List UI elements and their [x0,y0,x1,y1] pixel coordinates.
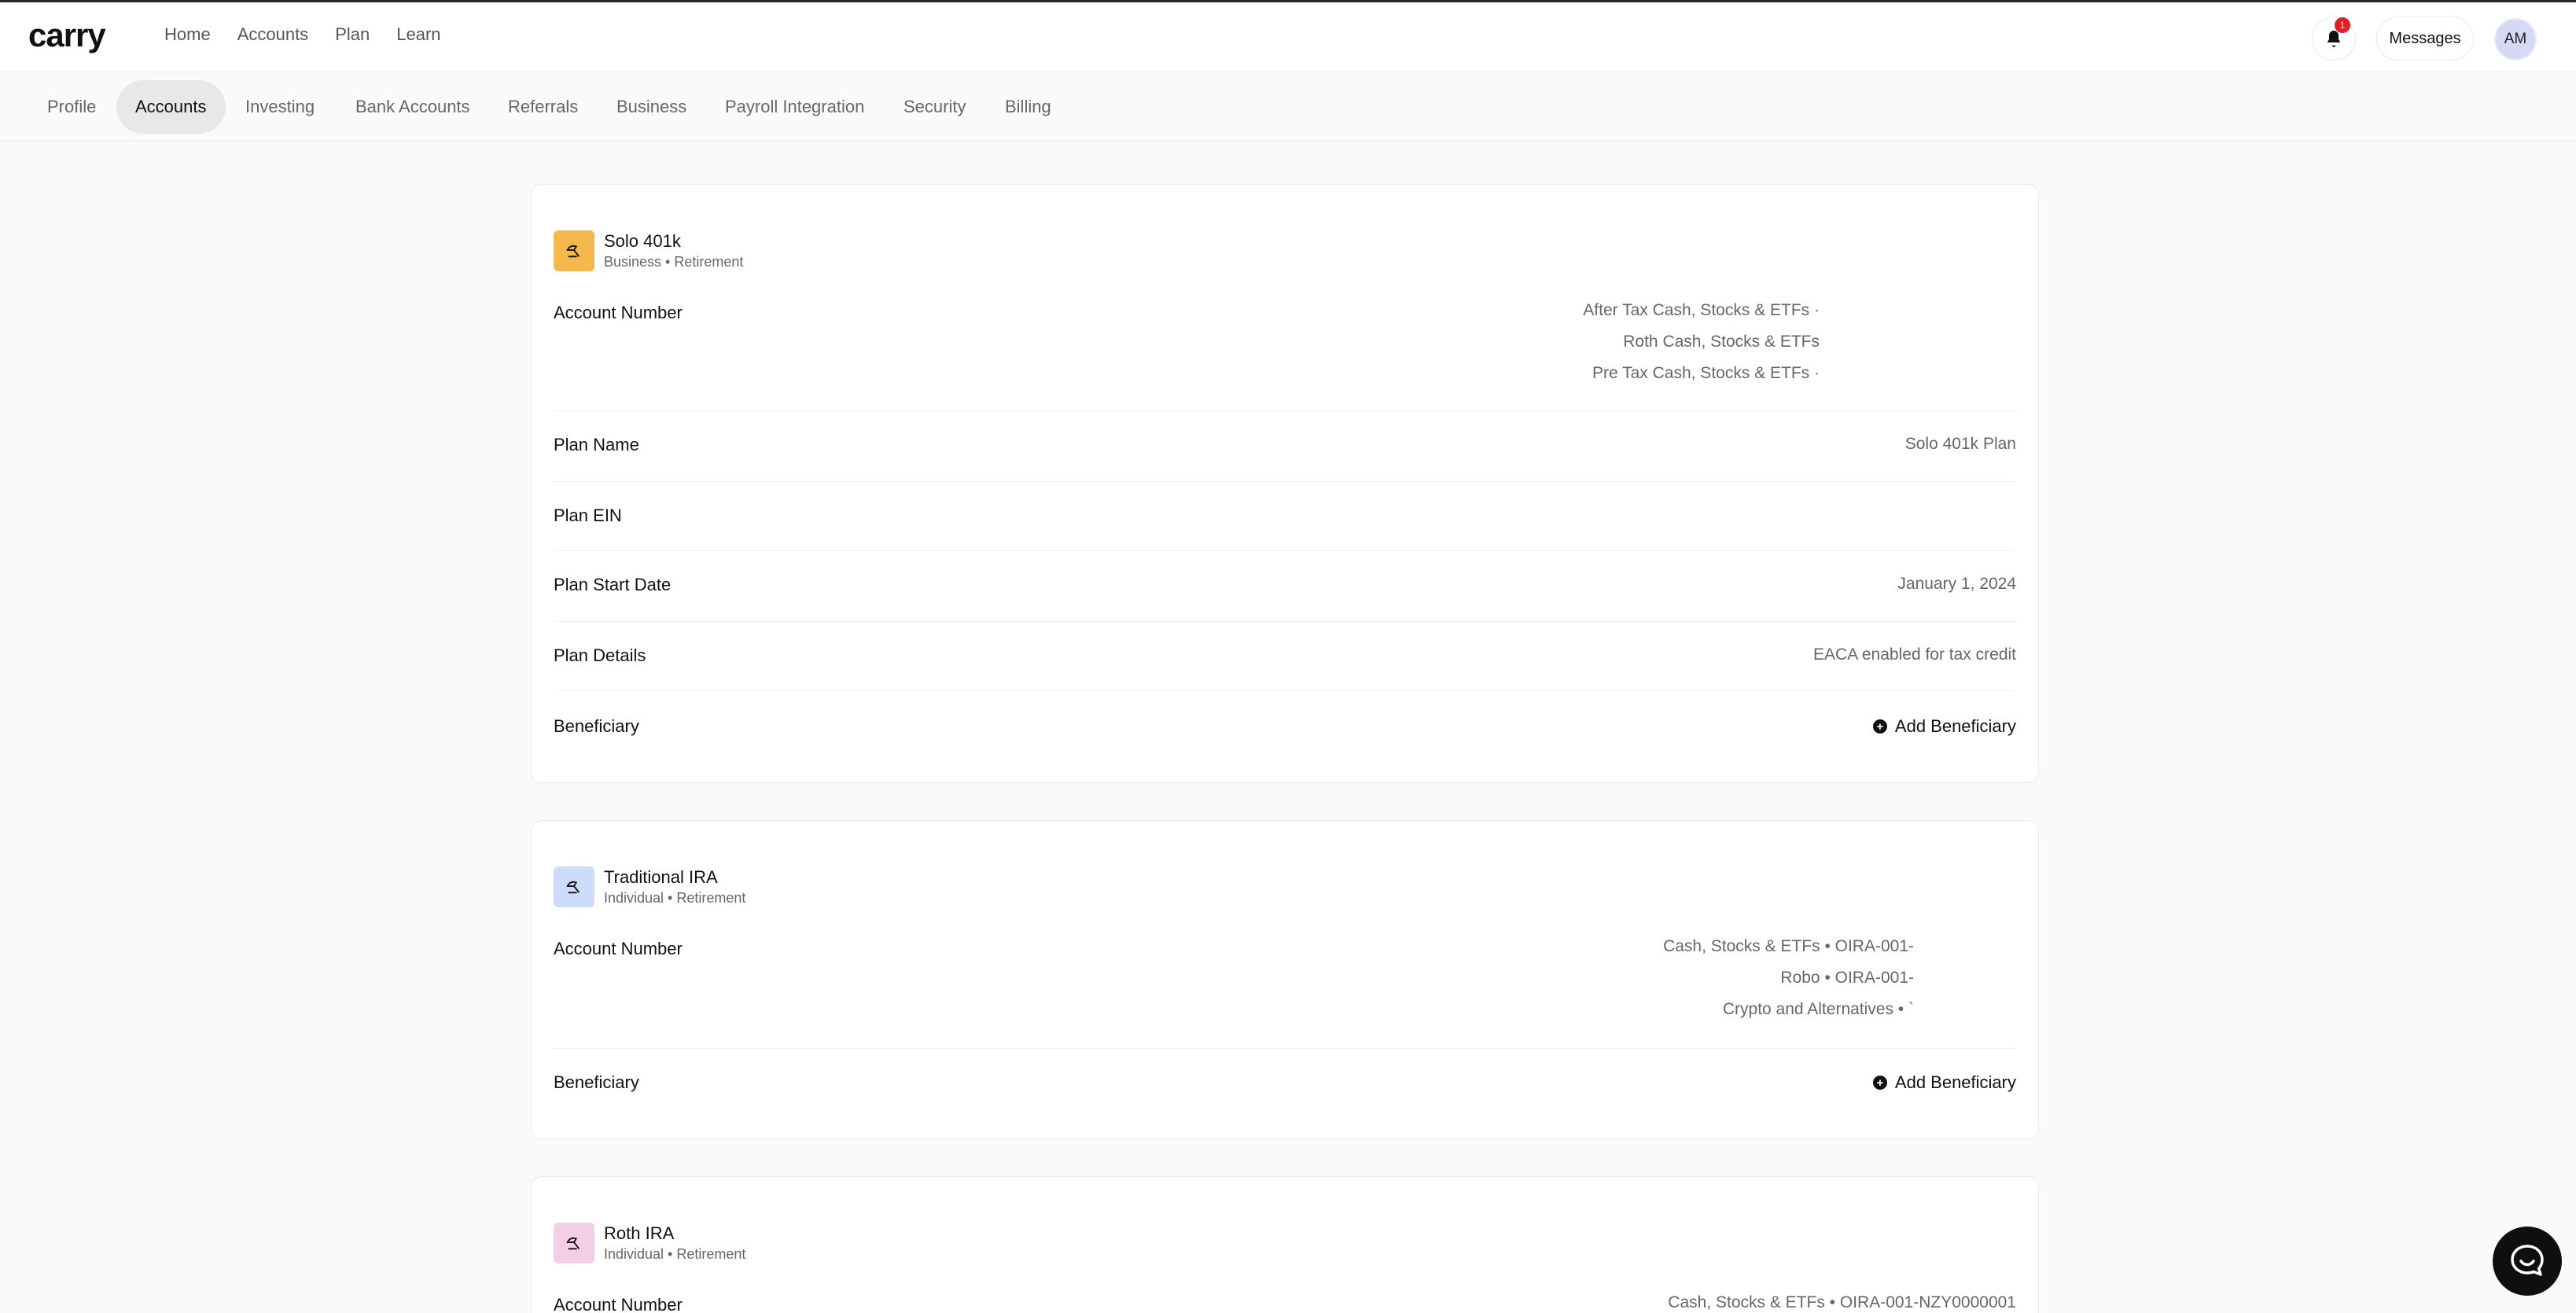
settings-tabs: Profile Accounts Investing Bank Accounts… [0,72,2576,142]
account-number-label: Account Number [554,939,683,958]
account-number-row: Account Number Cash, Stocks & ETFs • OIR… [554,1293,2016,1313]
beneficiary-label: Beneficiary [554,716,639,736]
account-number-list: Cash, Stocks & ETFs • OIRA-001-NZY000000… [1668,1287,2016,1313]
umbrella-beach-icon [554,1223,594,1263]
plan-start-date-value: January 1, 2024 [1897,575,2016,593]
account-number-row: Account Number Cash, Stocks & ETFs • OIR… [554,931,2016,1049]
plan-details-label: Plan Details [554,645,646,665]
plan-name-label: Plan Name [554,435,639,454]
account-header: Roth IRA Individual • Retirement [554,1223,745,1263]
notifications-button[interactable]: 1 [2312,17,2356,61]
account-number-item: After Tax Cash, Stocks & ETFs · [1583,301,1820,319]
umbrella-beach-icon [554,230,594,271]
tab-profile[interactable]: Profile [28,80,115,134]
plus-circle-icon: + [1872,719,1887,734]
nav-home[interactable]: Home [164,24,211,45]
nav-learn[interactable]: Learn [396,24,440,45]
add-beneficiary-label: Add Beneficiary [1894,1072,2016,1092]
account-number-label: Account Number [554,303,683,322]
plan-ein-row: Plan EIN [554,482,2016,551]
avatar[interactable]: AM [2494,18,2537,61]
account-number-item: Robo • OIRA-001- [1780,969,1914,987]
account-number-item: Cash, Stocks & ETFs • OIRA-001- [1663,937,1914,955]
account-number-row: Account Number After Tax Cash, Stocks & … [554,295,2016,411]
account-card-traditional-ira: Traditional IRA Individual • Retirement … [531,820,2039,1139]
tab-payroll-integration[interactable]: Payroll Integration [706,80,883,134]
nav-accounts[interactable]: Accounts [237,24,309,45]
account-title: Solo 401k [604,231,681,251]
plan-details-row: Plan Details EACA enabled for tax credit [554,622,2016,691]
beneficiary-row: Beneficiary + Add Beneficiary [554,691,2016,762]
account-number-item: Pre Tax Cash, Stocks & ETFs · [1592,364,1820,382]
umbrella-beach-icon [554,866,594,907]
carry-logo[interactable]: carry [28,17,106,54]
messages-button[interactable]: Messages [2376,17,2474,61]
nav-plan[interactable]: Plan [335,24,370,45]
tab-billing[interactable]: Billing [986,80,1070,134]
account-number-list: After Tax Cash, Stocks & ETFs · Roth Cas… [1583,295,1820,389]
tab-bank-accounts[interactable]: Bank Accounts [337,80,489,134]
account-header: Traditional IRA Individual • Retirement [554,866,745,907]
tab-security[interactable]: Security [885,80,984,134]
chat-bubble-icon [2511,1245,2544,1276]
main-nav: Home Accounts Plan Learn [164,24,468,45]
add-beneficiary-button[interactable]: + Add Beneficiary [1872,1072,2016,1093]
account-number-list: Cash, Stocks & ETFs • OIRA-001- Robo • O… [1663,931,1914,1025]
account-title: Roth IRA [604,1223,675,1243]
top-bar: carry Home Accounts Plan Learn 1 Message… [0,0,2576,72]
account-subtitle: Individual • Retirement [604,890,746,906]
tab-accounts[interactable]: Accounts [116,80,226,134]
plan-start-date-label: Plan Start Date [554,575,672,594]
account-card-solo-401k: Solo 401k Business • Retirement Account … [531,184,2039,783]
plan-name-row: Plan Name Solo 401k Plan [554,411,2016,482]
add-beneficiary-label: Add Beneficiary [1894,716,2016,736]
account-number-item: Crypto and Alternatives • ` [1722,1000,1914,1018]
account-number-item: Cash, Stocks & ETFs • OIRA-001-NZY000000… [1668,1293,2016,1311]
add-beneficiary-button[interactable]: + Add Beneficiary [1872,716,2016,737]
chat-support-button[interactable] [2493,1227,2562,1296]
tab-investing[interactable]: Investing [226,80,333,134]
plan-details-value: EACA enabled for tax credit [1813,645,2016,664]
account-title: Traditional IRA [604,867,718,887]
account-number-item: Roth Cash, Stocks & ETFs [1623,333,1820,351]
tab-business[interactable]: Business [598,80,705,134]
account-card-roth-ira: Roth IRA Individual • Retirement Account… [531,1176,2039,1313]
account-header: Solo 401k Business • Retirement [554,230,743,271]
plus-circle-icon: + [1872,1076,1887,1090]
account-number-label: Account Number [554,1295,683,1313]
tab-referrals[interactable]: Referrals [489,80,597,134]
plan-name-value: Solo 401k Plan [1904,435,2016,453]
beneficiary-row: Beneficiary + Add Beneficiary [554,1049,2016,1120]
account-subtitle: Individual • Retirement [604,1246,746,1262]
account-subtitle: Business • Retirement [604,254,744,270]
beneficiary-label: Beneficiary [554,1072,639,1092]
notification-badge: 1 [2335,17,2350,33]
plan-start-date-row: Plan Start Date January 1, 2024 [554,551,2016,622]
plan-ein-label: Plan EIN [554,506,622,525]
